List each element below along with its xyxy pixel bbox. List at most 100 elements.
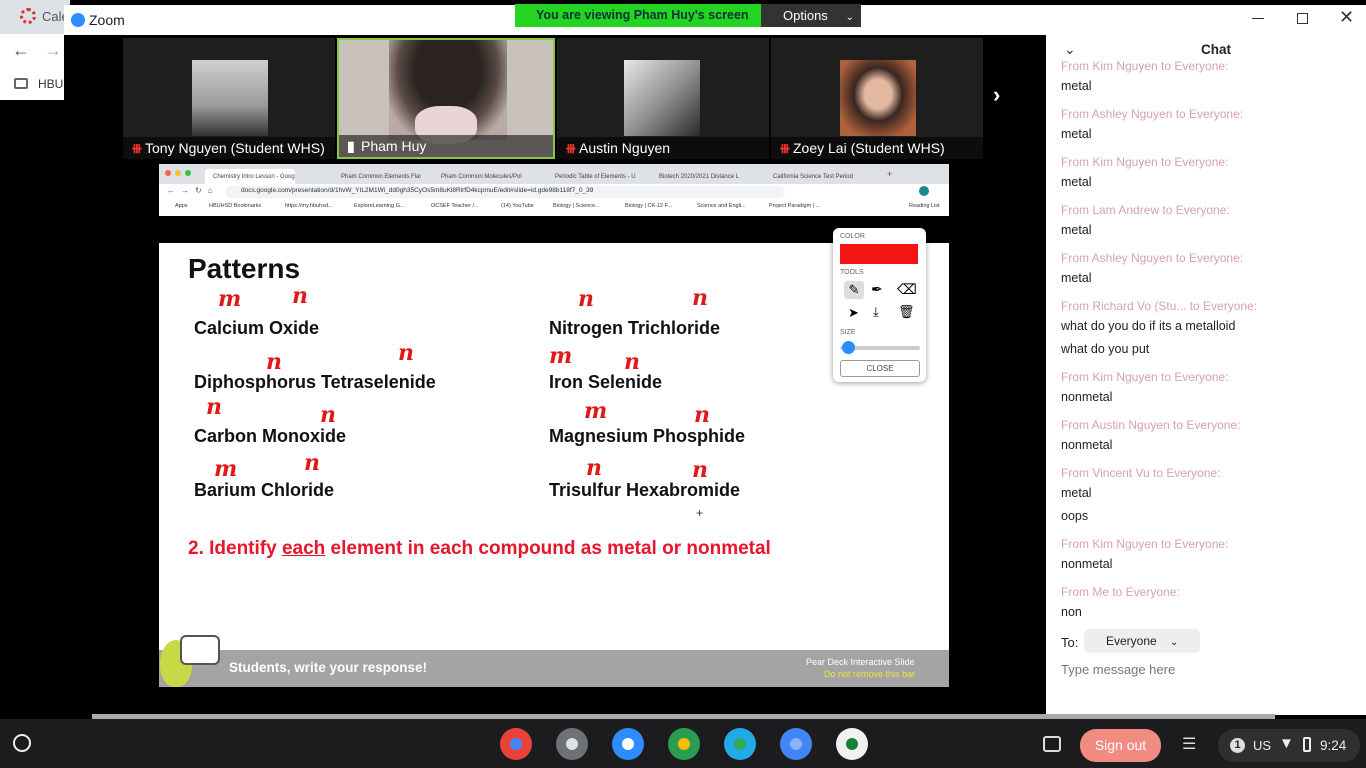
annotation-mark: m <box>549 343 573 369</box>
bookmark[interactable]: Apps <box>175 203 188 209</box>
zoom-icon[interactable] <box>612 728 644 760</box>
close-button[interactable]: CLOSE <box>840 360 920 377</box>
participant-tile[interactable]: ⧻ Austin Nguyen <box>557 38 769 159</box>
annotation-mark: n <box>292 283 308 309</box>
compound-label: Trisulfur Hexabromide <box>549 480 741 500</box>
close-icon[interactable]: ✕ <box>1339 7 1354 28</box>
annotation-mark: n <box>586 455 602 481</box>
cleaner-glyph <box>846 738 858 750</box>
sign-out-button[interactable]: Sign out <box>1080 729 1161 762</box>
download-icon[interactable]: ⤓ <box>873 304 879 320</box>
next-page-chevron-icon[interactable]: › <box>993 82 1000 108</box>
annotation-mark: n <box>694 402 710 428</box>
chat-title: Chat <box>1201 42 1231 57</box>
compound-label: Diphosphorus Tetraselenide <box>194 372 436 392</box>
bookmark[interactable]: https://my.hbuhsd... <box>285 203 333 209</box>
to-label: To: <box>1061 635 1079 650</box>
collapse-chevron-icon[interactable]: ⌄ <box>1064 41 1076 58</box>
pear-deck-warning: Do not remove this bar <box>824 669 916 679</box>
highlighter-icon[interactable]: ✒ <box>871 281 883 298</box>
participant-photo <box>624 60 700 136</box>
bookmark[interactable]: Biology | Science... <box>553 203 600 209</box>
chat-input-placeholder: Type message here <box>1061 662 1176 677</box>
annotation-mark: n <box>692 285 708 311</box>
participant-name: Pham Huy <box>361 138 427 154</box>
maximize-icon[interactable] <box>1297 13 1308 24</box>
forward-arrow-icon[interactable]: → <box>44 40 62 61</box>
pointer-icon[interactable]: ➤ <box>848 305 859 321</box>
clock: 9:24 <box>1320 738 1347 753</box>
chat-message-text: oops <box>1061 509 1089 523</box>
instruction-underlined: each <box>281 538 326 559</box>
bookmark[interactable]: Science and Engli... <box>697 203 746 209</box>
participant-tile[interactable]: ⧻ Zoey Lai (Student WHS) <box>771 38 983 159</box>
browser-tab-active[interactable]: Chemistry Intro Lesson - Goog <box>205 169 295 185</box>
color-swatch[interactable] <box>840 244 918 264</box>
tote-icon[interactable]: ☰ <box>1182 734 1196 754</box>
participant-tile[interactable]: ⧻ Tony Nguyen (Student WHS) <box>123 38 335 159</box>
background-bookmark[interactable]: HBU <box>38 77 63 91</box>
background-desktop <box>0 100 70 715</box>
calendar-icon <box>20 8 36 24</box>
browser-tab[interactable]: California Science Test Period <box>765 169 865 185</box>
bookmark[interactable]: ExploreLearning G... <box>354 203 404 209</box>
chat-message-text: nonmetal <box>1061 390 1113 404</box>
bookmark[interactable]: Biology | CK-12 F... <box>625 203 672 209</box>
annotation-mark: m <box>214 456 238 482</box>
profile-avatar[interactable] <box>919 186 929 196</box>
browser-tab[interactable]: Pham Common Elements Flash <box>333 169 421 185</box>
folder-icon <box>14 78 28 89</box>
browser-tab[interactable]: Pham Common Molecules/Pol <box>433 169 525 185</box>
annotation-mark: n <box>692 457 708 483</box>
pear-deck-label: Pear Deck Interactive Slide <box>806 657 915 667</box>
eraser-icon[interactable]: ⌫ <box>897 281 917 298</box>
minimize-icon[interactable] <box>1252 18 1264 19</box>
screenshot-icon[interactable] <box>1043 736 1061 752</box>
compound-label: Nitrogen Trichloride <box>549 318 721 338</box>
drive-icon[interactable] <box>668 728 700 760</box>
browser-nav-icons[interactable]: ←→↻⌂ <box>167 186 219 195</box>
chat-message-list[interactable]: From Kim Nguyen to Everyone: metal From As… <box>1046 61 1366 625</box>
recipient-select[interactable]: Everyone ⌄ <box>1084 629 1200 653</box>
notification-badge: 1 <box>1230 738 1245 753</box>
participant-photo <box>840 60 916 136</box>
bookmark[interactable]: OCSEF Teacher /... <box>431 203 479 209</box>
annotation-mark: n <box>398 340 414 366</box>
settings-icon[interactable] <box>556 728 588 760</box>
annotation-mark: n <box>304 450 320 476</box>
wifi-icon: ▼ <box>1279 735 1294 752</box>
annotation-toolbox: COLOR TOOLS ✎ ✒ ⌫ ➤ ⤓ 🗑 SIZE CLOSE <box>833 228 926 382</box>
launcher-icon[interactable] <box>13 734 31 752</box>
traffic-light-min <box>175 170 181 176</box>
play-store-icon[interactable] <box>724 728 756 760</box>
annotation-mark: n <box>624 349 640 375</box>
zoom-glyph <box>622 738 634 750</box>
new-tab-icon[interactable]: + <box>887 169 892 179</box>
cleaner-icon[interactable] <box>836 728 868 760</box>
chat-input[interactable]: Type message here <box>1061 660 1356 682</box>
annotation-mark: n <box>320 402 336 428</box>
chevron-down-icon: ⌄ <box>1170 637 1179 648</box>
bookmark[interactable]: Reading List <box>909 203 940 209</box>
pear-deck-prompt: Students, write your response! <box>229 660 428 675</box>
zoom-logo-icon <box>71 13 85 27</box>
back-arrow-icon[interactable]: ← <box>12 40 30 61</box>
annotation-mark: n <box>206 394 222 420</box>
trash-icon[interactable]: 🗑 <box>898 304 915 320</box>
size-slider-thumb[interactable] <box>842 341 855 354</box>
files-icon[interactable] <box>780 728 812 760</box>
chat-message-text: metal <box>1061 175 1092 189</box>
participant-name: Tony Nguyen (Student WHS) <box>145 140 325 156</box>
compound-label: Iron Selenide <box>549 372 663 392</box>
options-button[interactable]: Options ⌄ <box>761 4 861 27</box>
bookmark[interactable]: (14) YouTube <box>501 203 534 209</box>
cursor-crosshair: + <box>696 506 704 520</box>
chrome-glyph <box>510 738 522 750</box>
bookmark[interactable]: HBUHSD Bookmarks <box>209 203 261 209</box>
bookmark[interactable]: Project Paradigm | ... <box>769 203 820 209</box>
browser-tab[interactable]: Periodic Table of Elements - U <box>547 169 639 185</box>
pen-icon[interactable]: ✎ <box>844 281 864 299</box>
participant-tile-active-speaker[interactable]: ▮ Pham Huy <box>337 38 555 159</box>
chrome-icon[interactable] <box>500 728 532 760</box>
browser-tab[interactable]: Biotech 2020/2021 Distance L <box>651 169 749 185</box>
